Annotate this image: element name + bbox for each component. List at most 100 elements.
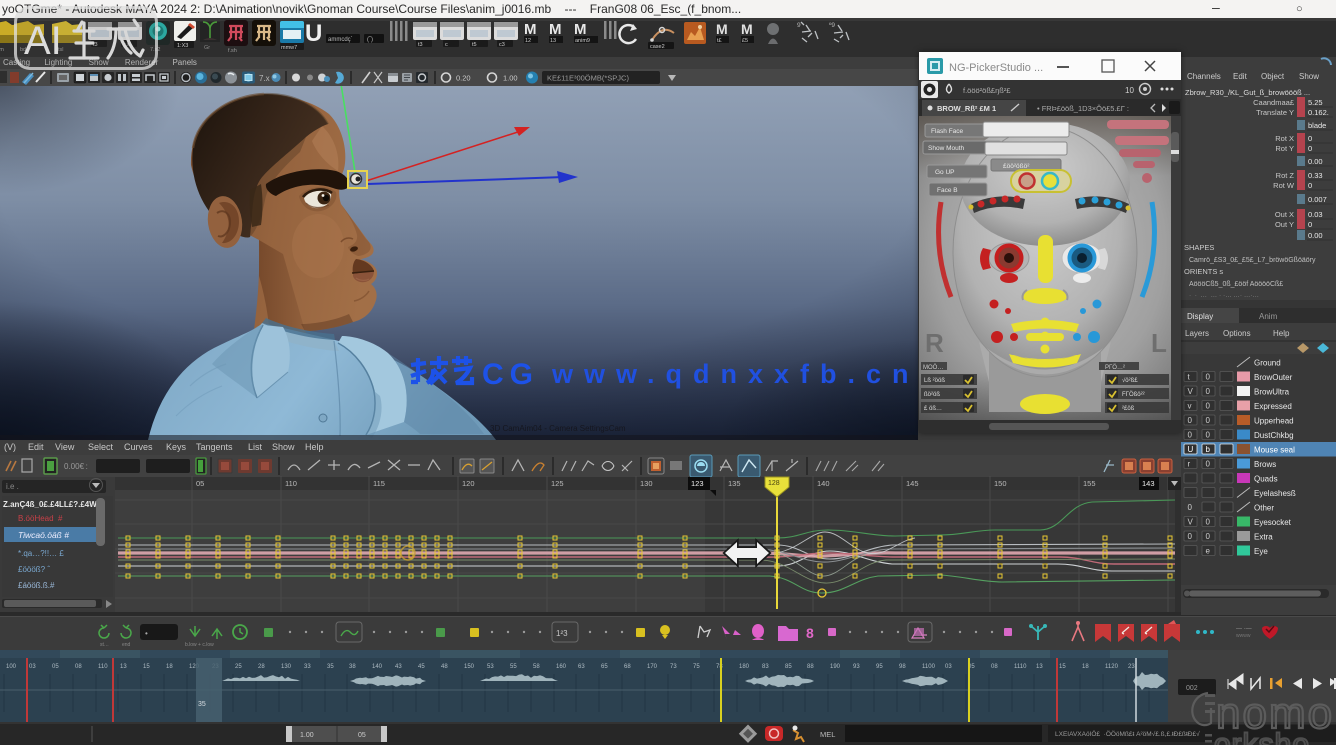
svg-text:MOÖ…: MOÖ… xyxy=(923,364,943,371)
svg-text:Rot Y: Rot Y xyxy=(1275,144,1294,153)
svg-text:58: 58 xyxy=(533,664,540,670)
svg-text:1:X3: 1:X3 xyxy=(177,43,188,49)
svg-text:M: M xyxy=(716,21,728,37)
svg-text:1.00: 1.00 xyxy=(503,74,518,83)
svg-text:Layers: Layers xyxy=(1185,329,1209,338)
svg-text:0: 0 xyxy=(1188,503,1193,512)
svg-text:Edit: Edit xyxy=(28,442,44,452)
svg-text:0: 0 xyxy=(1206,532,1211,541)
svg-text:140: 140 xyxy=(817,479,830,488)
svg-text:03: 03 xyxy=(945,664,952,670)
svg-text:128: 128 xyxy=(768,480,780,487)
svg-text:155: 155 xyxy=(1083,479,1096,488)
svg-text:12: 12 xyxy=(525,38,531,44)
svg-text:130: 130 xyxy=(640,479,653,488)
svg-text:93: 93 xyxy=(853,664,860,670)
svg-text:25: 25 xyxy=(235,664,242,670)
svg-text:B.ööHead #: B.ööHead # xyxy=(18,514,63,523)
svg-text:3D CamAim04 - Camera SettingsC: 3D CamAim04 - Camera SettingsCam xyxy=(490,424,626,433)
svg-text:23: 23 xyxy=(1128,664,1135,670)
svg-text:•: • xyxy=(145,629,148,638)
svg-text:Edit: Edit xyxy=(1233,72,1248,81)
svg-text:73: 73 xyxy=(670,664,677,670)
svg-text:U: U xyxy=(305,20,322,47)
svg-text:10: 10 xyxy=(1125,86,1134,95)
svg-text:35: 35 xyxy=(198,701,206,708)
svg-text:SHAPES: SHAPES xyxy=(1184,243,1214,252)
svg-text:st…: st… xyxy=(100,642,109,648)
svg-text:18: 18 xyxy=(166,664,173,670)
svg-text:r: r xyxy=(1188,460,1191,469)
svg-text:Keys: Keys xyxy=(166,442,187,452)
svg-text:143: 143 xyxy=(1142,479,1155,488)
svg-text:Other: Other xyxy=(1254,504,1274,513)
svg-text:Help: Help xyxy=(1273,329,1290,338)
svg-text:03: 03 xyxy=(29,664,36,670)
svg-text:38: 38 xyxy=(349,664,356,670)
svg-text:0.00: 0.00 xyxy=(1308,231,1323,240)
svg-text:• FRÞ£ööß_1D3×Ŏö£5.£Γ :: • FRÞ£ööß_1D3×Ŏö£5.£Γ : xyxy=(1037,104,1129,113)
svg-text:Options: Options xyxy=(1223,329,1251,338)
svg-text:05: 05 xyxy=(52,664,59,670)
svg-text:£ öß…: £ öß… xyxy=(924,406,942,412)
svg-text:95: 95 xyxy=(876,664,883,670)
svg-text:150: 150 xyxy=(464,664,475,670)
svg-text:£áööß.ß.#: £áööß.ß.# xyxy=(18,581,55,590)
svg-text:*.qa…?!!… £: *.qa…?!!… £ xyxy=(18,549,64,558)
svg-text:b.low + c.low: b.low + c.low xyxy=(185,642,214,648)
svg-text:Eyesocket: Eyesocket xyxy=(1254,518,1292,527)
svg-text:AI: AI xyxy=(24,19,62,62)
svg-text:0: 0 xyxy=(1206,431,1211,440)
svg-text:L: L xyxy=(1151,328,1167,358)
svg-text:0: 0 xyxy=(1206,387,1211,396)
svg-text:0: 0 xyxy=(1308,181,1312,190)
svg-text:b: b xyxy=(1206,445,1211,454)
svg-text:180: 180 xyxy=(739,664,750,670)
svg-text:M: M xyxy=(741,21,753,37)
svg-text:13: 13 xyxy=(120,664,127,670)
svg-text:48: 48 xyxy=(441,664,448,670)
svg-text:0.03: 0.03 xyxy=(1308,210,1323,219)
svg-text:0.20: 0.20 xyxy=(456,74,471,83)
svg-text:0: 0 xyxy=(1206,416,1211,425)
svg-text:123: 123 xyxy=(691,479,704,488)
svg-text:U: U xyxy=(1188,445,1194,454)
svg-text:33: 33 xyxy=(304,664,311,670)
svg-text:c: c xyxy=(445,42,448,48)
svg-text:Curves: Curves xyxy=(124,442,153,452)
svg-text:Quads: Quads xyxy=(1254,475,1278,484)
svg-text:Zbrow_R30_/KL_Gut_ß_browöööß .: Zbrow_R30_/KL_Gut_ß_browöööß ... xyxy=(1185,88,1310,97)
svg-text:002: 002 xyxy=(1186,685,1198,692)
svg-text:110: 110 xyxy=(285,479,297,488)
svg-text:0: 0 xyxy=(1206,402,1211,411)
svg-text:(V): (V) xyxy=(4,442,16,452)
svg-text:£öööß? ˆ: £öööß? ˆ xyxy=(18,565,50,574)
svg-text:98: 98 xyxy=(899,664,906,670)
svg-text:0: 0 xyxy=(1188,416,1193,425)
svg-text:Out Y: Out Y xyxy=(1275,220,1294,229)
svg-text:08: 08 xyxy=(75,664,82,670)
svg-text:end: end xyxy=(122,642,131,648)
svg-text:Translate Y: Translate Y xyxy=(1256,108,1294,117)
svg-text:V: V xyxy=(1188,387,1194,396)
svg-text:Display: Display xyxy=(1187,312,1213,321)
svg-text:Show Mouth: Show Mouth xyxy=(928,145,965,152)
svg-text:LXEIAVXAöIÖ£ ·ÖÖöMß£ŧ A²öM√£.: LXEIAVXAöIÖ£ ·ÖÖöMß£ŧ A²öM√£.ß,£.ŧÐ£ßŧÐ£… xyxy=(1055,730,1200,738)
svg-text:wwww: wwww xyxy=(1236,633,1251,639)
svg-text:53: 53 xyxy=(487,664,494,670)
svg-text:05: 05 xyxy=(358,732,366,739)
svg-text:Mouse seal: Mouse seal xyxy=(1254,446,1295,455)
svg-text:· · … … · ·… …· …·…: · · … … · ·… …· …·… xyxy=(1189,292,1259,299)
svg-text:NG-PickerStudio ...: NG-PickerStudio ... xyxy=(949,62,1043,74)
svg-text:Rot W: Rot W xyxy=(1273,181,1295,190)
svg-text:5.25: 5.25 xyxy=(1308,98,1323,107)
svg-text:28: 28 xyxy=(258,664,265,670)
svg-text:0.162.: 0.162. xyxy=(1308,108,1329,117)
svg-text:√ö²ß£: √ö²ß£ xyxy=(1122,377,1138,384)
svg-text:150: 150 xyxy=(994,479,1007,488)
svg-text:t3: t3 xyxy=(418,42,423,48)
svg-text:Rot Z: Rot Z xyxy=(1276,171,1295,180)
svg-text:e: e xyxy=(1206,547,1211,556)
svg-text:Camrö_£S3_0£_£5£_L7_bröwöGßöäö: Camrö_£S3_0£_£5£_L7_bröwöGßöäöry xyxy=(1189,257,1316,264)
svg-text:13: 13 xyxy=(1036,664,1043,670)
